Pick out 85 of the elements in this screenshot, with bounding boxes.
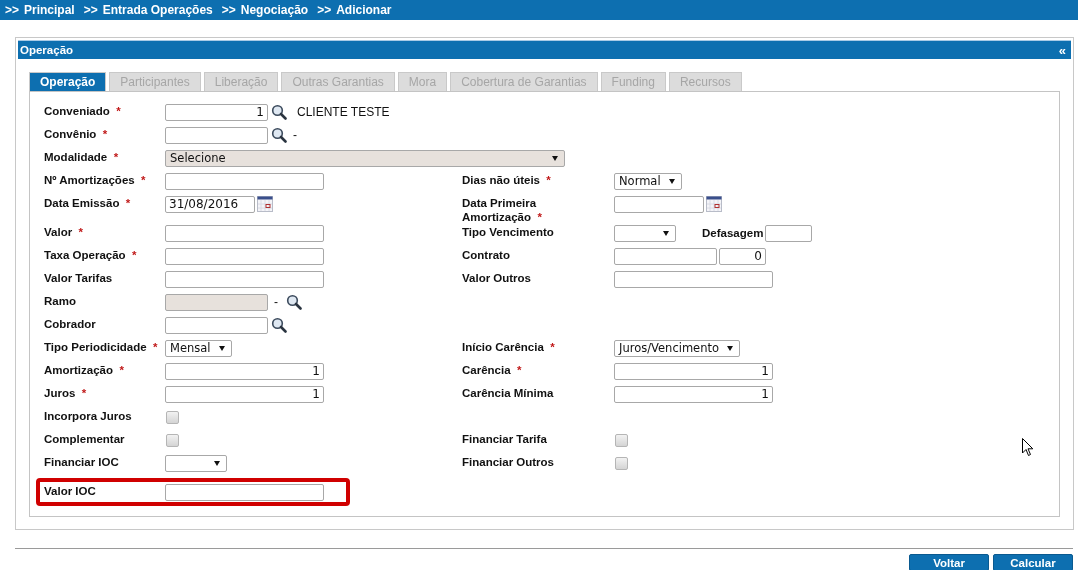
field-label: Tipo Vencimento (462, 225, 555, 239)
field-label: Valor * (44, 225, 84, 239)
field-label: Convênio * (44, 127, 109, 141)
text-field[interactable] (165, 247, 324, 265)
field-label: Início Carência * (462, 340, 556, 354)
text-field[interactable] (165, 483, 324, 501)
dropdown[interactable]: Mensal (165, 339, 232, 357)
field-label: Juros * (44, 386, 88, 400)
field-label: Valor Tarifas (44, 271, 114, 285)
checkbox[interactable] (166, 433, 179, 447)
search-icon[interactable] (271, 317, 287, 333)
breadcrumb-separator: >> (221, 3, 236, 17)
checkbox[interactable] (615, 456, 628, 470)
search-icon[interactable] (271, 104, 287, 120)
action-button[interactable]: Calcular (993, 554, 1073, 570)
field-label: Incorpora Juros (44, 409, 133, 423)
breadcrumb-separator: >> (5, 3, 19, 17)
text-field[interactable]: 1 (165, 103, 268, 121)
lookup-description: - (274, 295, 278, 309)
caret-icon (218, 345, 225, 351)
field-label: Defasagem (702, 227, 764, 239)
date-field[interactable] (614, 195, 704, 213)
field-label: Financiar IOC (44, 455, 120, 469)
field-label: Nº Amortizações * (44, 173, 147, 187)
field-label: Data Emissão * (44, 196, 132, 210)
dropdown[interactable] (165, 454, 227, 472)
field-label: Ramo (44, 294, 77, 308)
text-field[interactable] (165, 224, 324, 242)
action-button[interactable]: Voltar (909, 554, 989, 570)
dropdown[interactable]: Normal (614, 172, 682, 190)
field-label: Valor IOC (44, 484, 97, 498)
field-label: Complementar (44, 432, 126, 446)
field-label: Conveniado * (44, 104, 122, 118)
date-field[interactable]: 31/08/2016 (165, 195, 255, 213)
text-field[interactable]: 1 (165, 385, 324, 403)
dropdown[interactable] (614, 224, 676, 242)
breadcrumb-link[interactable]: Entrada Operações (102, 3, 213, 17)
field-label: Taxa Operação * (44, 248, 138, 262)
calendar-icon[interactable] (257, 196, 273, 212)
tab[interactable]: Operação (29, 72, 107, 91)
search-icon[interactable] (271, 127, 287, 143)
calendar-icon[interactable] (706, 196, 722, 212)
field-label: Carência * (462, 363, 523, 377)
text-field[interactable]: 1 (614, 385, 773, 403)
mouse-pointer-icon (1022, 438, 1034, 457)
field-label: Contrato (462, 248, 511, 262)
lookup-description: - (293, 128, 297, 142)
text-field[interactable] (165, 316, 268, 334)
field-label: Carência Mínima (462, 386, 555, 400)
breadcrumb-link[interactable]: Adicionar (336, 3, 392, 17)
field-label: Cobrador (44, 317, 97, 331)
text-field[interactable] (614, 270, 773, 288)
checkbox[interactable] (166, 410, 179, 424)
text-field[interactable] (165, 172, 324, 190)
collapse-button[interactable]: « (1058, 42, 1066, 58)
breadcrumb-link[interactable]: Negociação (240, 3, 309, 17)
breadcrumb-link[interactable]: Principal (24, 3, 75, 17)
field-label: Dias não úteis * (462, 173, 552, 187)
caret-icon (552, 155, 558, 161)
field-label: Valor Outros (462, 271, 533, 285)
breadcrumb-separator: >> (317, 3, 332, 17)
field-label: Modalidade * (44, 150, 120, 164)
text-field[interactable] (614, 247, 717, 265)
field-label: Amortização * (44, 363, 125, 377)
caret-icon (663, 230, 669, 236)
field-label: Tipo Periodicidade * (44, 340, 159, 354)
text-field[interactable]: 0 (719, 247, 766, 265)
field-label: Data Primeira Amortização * (462, 196, 543, 224)
text-field[interactable]: 1 (165, 362, 324, 380)
breadcrumb-separator: >> (83, 3, 98, 17)
dropdown[interactable]: Selecione (165, 149, 565, 167)
text-field[interactable] (165, 270, 324, 288)
field-label: Financiar Tarifa (462, 432, 548, 446)
caret-icon (727, 345, 734, 351)
dropdown[interactable]: Juros/Vencimento (614, 339, 741, 357)
panel-title: Operação (20, 44, 74, 56)
checkbox[interactable] (615, 433, 628, 447)
text-field[interactable] (165, 126, 268, 144)
caret-icon (214, 460, 220, 466)
caret-icon (668, 178, 675, 184)
text-field[interactable]: 1 (614, 362, 773, 380)
field-label: Financiar Outros (462, 455, 556, 469)
search-icon[interactable] (286, 294, 302, 310)
lookup-description: CLIENTE TESTE (297, 105, 390, 119)
text-field[interactable] (765, 224, 813, 242)
